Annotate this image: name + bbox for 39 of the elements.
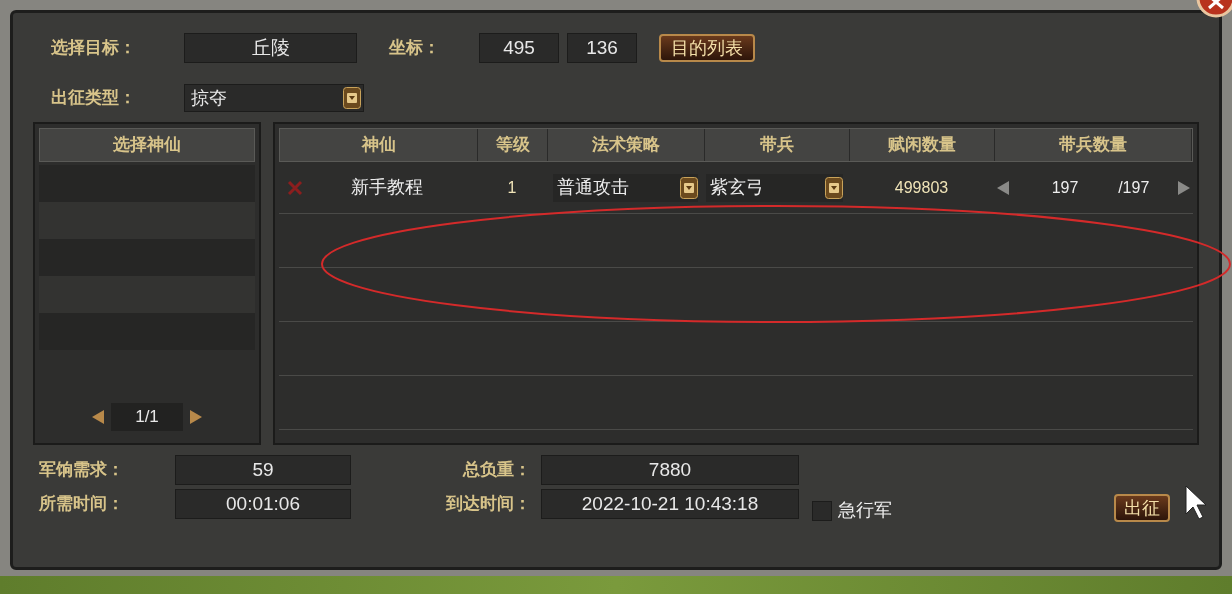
text-field[interactable]: 7880	[541, 455, 799, 485]
table-cell-text: 1	[506, 177, 518, 198]
decrease-icon[interactable]	[996, 179, 1010, 196]
text-field[interactable]: 59	[175, 455, 351, 485]
destination-list-button[interactable]: 目的列表	[659, 34, 755, 62]
column-header: 等级	[478, 129, 548, 161]
column-header: 带兵数量	[995, 129, 1192, 161]
strategy-dropdown[interactable]: 普通攻击	[553, 173, 698, 202]
column-header: 神仙	[280, 129, 478, 161]
table-cell-text: 197	[1051, 177, 1079, 198]
field-label: 坐标：	[389, 36, 441, 60]
column-header: 法术策略	[548, 129, 705, 161]
column-header: 赋闲数量	[850, 129, 995, 161]
table-cell-text: 499803	[893, 177, 950, 198]
text-field[interactable]: 495	[479, 33, 559, 63]
table-cell-text: 新手教程	[351, 176, 423, 199]
table-cell-text: /197	[1118, 177, 1150, 198]
field-label: 出征类型：	[51, 86, 137, 110]
previous-page-icon[interactable]	[91, 409, 105, 425]
field-label: 军饷需求：	[39, 458, 125, 482]
depart-button[interactable]: 出征	[1114, 494, 1170, 522]
increase-icon[interactable]	[1177, 179, 1191, 196]
field-label: 所需时间：	[39, 492, 125, 516]
next-page-icon[interactable]	[189, 409, 203, 425]
checkbox-label: 急行军	[838, 499, 892, 522]
troop-dropdown[interactable]: 紫玄弓	[706, 173, 843, 202]
march-type-dropdown[interactable]: 掠夺	[184, 84, 364, 112]
field-label: 选择目标：	[51, 36, 137, 60]
text-field[interactable]: 00:01:06	[175, 489, 351, 519]
field-label: 到达时间：	[445, 492, 532, 516]
column-header: 带兵	[705, 129, 850, 161]
field-label: 总负重：	[461, 458, 532, 482]
text-field[interactable]: 2022-10-21 10:43:18	[541, 489, 799, 519]
page-indicator: 1/1	[111, 403, 183, 431]
forced-march-checkbox[interactable]	[812, 500, 832, 521]
text-field[interactable]: 丘陵	[184, 33, 357, 63]
list-title: 选择神仙	[113, 133, 181, 157]
cursor-icon	[1185, 485, 1207, 520]
text-field[interactable]: 136	[567, 33, 637, 63]
